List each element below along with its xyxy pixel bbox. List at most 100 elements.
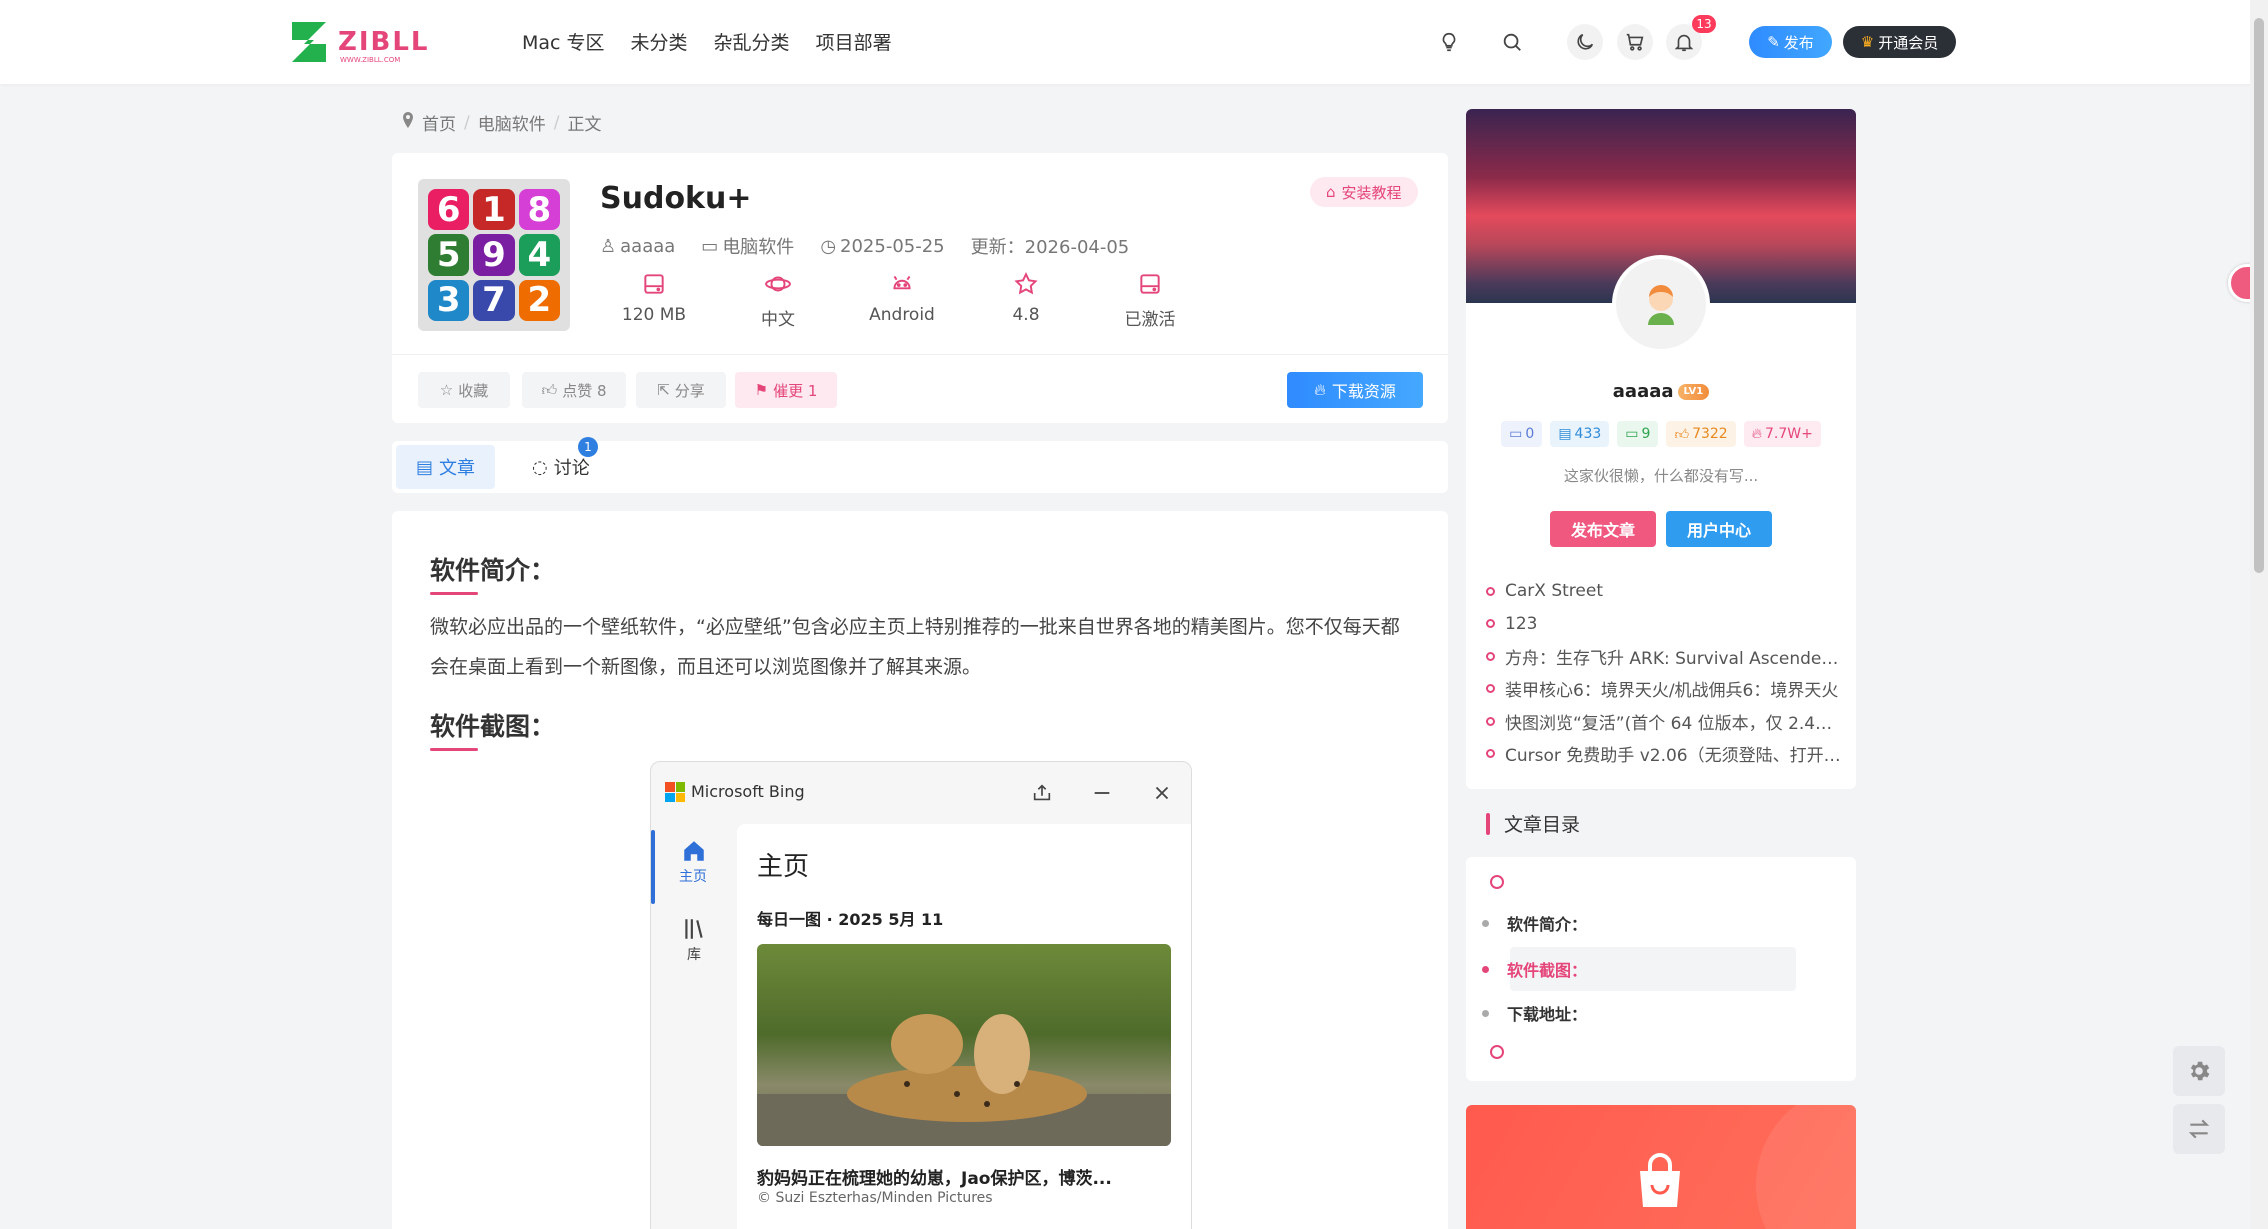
profile-name-row: aaaaa LV1 [1466, 381, 1856, 402]
sudoku-tile: 5 [428, 234, 470, 276]
download-button[interactable]: 🔥︎ 下载资源 [1287, 372, 1423, 408]
screenshot-main-heading: 主页 [757, 852, 810, 882]
recent-post-item[interactable]: 方舟：生存飞升 ARK: Survival Ascended v63.1 [1486, 640, 1846, 673]
dark-mode-icon[interactable] [1567, 24, 1603, 60]
nav-item-deploy[interactable]: 项目部署 [816, 28, 892, 55]
app-icon: 618 594 372 [418, 179, 570, 331]
toc-dot [1482, 965, 1489, 973]
avatar[interactable] [1612, 255, 1710, 353]
bullet-ring [1486, 586, 1495, 596]
publish-date: 2025-05-25 [840, 235, 945, 257]
fire-icon: 🔥︎ [1751, 426, 1762, 442]
recent-post-item[interactable]: 装甲核心6：境界天火/机战佣兵6：境界天火 [1486, 673, 1846, 706]
toc-title: 文章目录 [1504, 814, 1581, 836]
stat-rating: 4.8 [964, 271, 1088, 330]
share-button[interactable]: ⇱ 分享 [636, 372, 726, 408]
user-icon: ♙ [600, 235, 617, 257]
table-of-contents: 软件简介： 软件截图： 下载地址： [1466, 857, 1856, 1081]
sudoku-tile: 9 [473, 234, 515, 276]
nav-item-misc[interactable]: 杂乱分类 [714, 28, 790, 55]
recent-post-item[interactable]: CarX Street [1486, 575, 1846, 608]
search-icon[interactable] [1494, 24, 1530, 60]
doc-icon: ▤ [1558, 426, 1572, 442]
cart-icon[interactable] [1617, 24, 1653, 60]
product-meta: ♙ aaaaa ▭ 电脑软件 ◷ 2025-05-25 更新：2026-04-05 [600, 233, 1129, 259]
tutorial-button[interactable]: ⌂ 安装教程 [1310, 177, 1418, 207]
lightbulb-icon[interactable] [1431, 24, 1467, 60]
site-logo[interactable]: ZIBLL WWW.ZIBLL.COM [290, 18, 440, 66]
favorite-button[interactable]: ☆ 收藏 [418, 372, 510, 408]
user-center-button[interactable]: 用户中心 [1666, 511, 1772, 547]
promo-banner[interactable] [1466, 1105, 1856, 1229]
toc-item-screenshots[interactable]: 软件截图： [1482, 947, 1796, 991]
recent-post-title: 快图浏览“复活”(首个 64 位版本，仅 2.4MB) [1505, 713, 1846, 734]
promo-decoration [1756, 1105, 1856, 1229]
notification-badge: 13 [1692, 15, 1716, 33]
publish-label: 发布 [1783, 33, 1814, 52]
recent-post-title: CarX Street [1505, 581, 1603, 602]
category-meta[interactable]: ▭ 电脑软件 [701, 233, 794, 259]
share-icon: ⇱ [657, 381, 670, 399]
toc-end-marker [1490, 1045, 1504, 1059]
page-scrollbar[interactable] [2250, 0, 2268, 1229]
recent-post-title: 装甲核心6：境界天火/机战佣兵6：境界天火 [1505, 681, 1839, 702]
recent-post-item[interactable]: 123 [1486, 608, 1846, 641]
tab-article[interactable]: ▤ 文章 [396, 445, 496, 489]
product-stats: 120 MB 中文 Android 4.8 已激活 [592, 271, 1212, 330]
bullet-ring [1486, 749, 1495, 759]
svg-text:WWW.ZIBLL.COM: WWW.ZIBLL.COM [340, 56, 400, 64]
publish-button[interactable]: ✎ 发布 [1749, 26, 1832, 58]
breadcrumb-category[interactable]: 电脑软件 [478, 110, 546, 135]
shopping-bag-icon [1640, 1153, 1680, 1207]
sudoku-tile: 3 [428, 279, 470, 321]
close-icon [1155, 786, 1169, 800]
profile-stats: ▭ 0 ▤ 433 ▭ 9 👍︎ 7322 🔥︎ 7.7W+ [1466, 421, 1856, 447]
stat-size: 120 MB [592, 271, 716, 330]
share-icon [1033, 784, 1051, 801]
nav-item-mac[interactable]: Mac 专区 [522, 28, 605, 55]
recent-posts: CarX Street 123 方舟：生存飞升 ARK: Survival Asce… [1486, 575, 1846, 770]
clock-icon: ◷ [820, 235, 837, 257]
profile-stat: ▭ 0 [1501, 421, 1543, 447]
nav-item-uncategorized[interactable]: 未分类 [631, 28, 688, 55]
tab-discuss-label: 讨论 [553, 458, 590, 479]
like-label: 点赞 8 [562, 381, 607, 400]
toc-heading: 文章目录 [1486, 810, 1580, 837]
author-meta[interactable]: ♙ aaaaa [600, 233, 675, 259]
stat-status-value: 已激活 [1124, 310, 1176, 330]
toc-item-intro[interactable]: 软件简介： [1482, 901, 1796, 945]
toc-item-label: 软件简介： [1507, 915, 1588, 934]
settings-button[interactable] [2173, 1046, 2225, 1096]
toc-start-marker [1490, 875, 1504, 889]
bullet-ring [1486, 651, 1495, 661]
article-body: 软件简介： 微软必应出品的一个壁纸软件，“必应壁纸”包含必应主页上特别推荐的一批… [392, 511, 1448, 1229]
recent-post-item[interactable]: Cursor 免费助手 v2.06（无须登陆、打开即用） [1486, 738, 1846, 771]
profile-name[interactable]: aaaaa [1613, 381, 1674, 402]
screenshot-subheading: 每日一图 · 2025 5月 11 [757, 910, 944, 929]
recent-post-item[interactable]: 快图浏览“复活”(首个 64 位版本，仅 2.4MB) [1486, 705, 1846, 738]
author-name: aaaaa [620, 235, 676, 257]
switch-button[interactable] [2173, 1104, 2225, 1154]
comment-icon: ▭ [1509, 426, 1523, 442]
scrollbar-thumb[interactable] [2254, 18, 2264, 573]
avatar-icon [1648, 285, 1674, 325]
profile-stat-value: 7.7W+ [1765, 426, 1813, 442]
divider [392, 354, 1448, 355]
discuss-count-badge: 1 [578, 437, 598, 457]
gear-icon [2190, 1061, 2210, 1081]
breadcrumb-home[interactable]: 首页 [422, 110, 456, 135]
home-icon [684, 841, 704, 861]
like-button[interactable]: 👍︎ 点赞 8 [522, 372, 626, 408]
recent-post-title: 123 [1505, 613, 1538, 634]
sudoku-tile: 1 [473, 189, 515, 231]
publish-article-button[interactable]: 发布文章 [1550, 511, 1656, 547]
breadcrumb-current: 正文 [567, 115, 602, 135]
bullet-ring [1486, 684, 1495, 694]
toc-item-download[interactable]: 下载地址： [1482, 991, 1796, 1035]
vip-button[interactable]: ♛ 开通会员 [1843, 26, 1956, 58]
sudoku-tile: 6 [428, 189, 470, 231]
urge-update-button[interactable]: ⚑ 催更 1 [735, 372, 837, 408]
map-pin-icon [402, 112, 414, 133]
like-icon: 👍︎ [1674, 426, 1690, 443]
profile-stat: 👍︎ 7322 [1666, 421, 1736, 447]
